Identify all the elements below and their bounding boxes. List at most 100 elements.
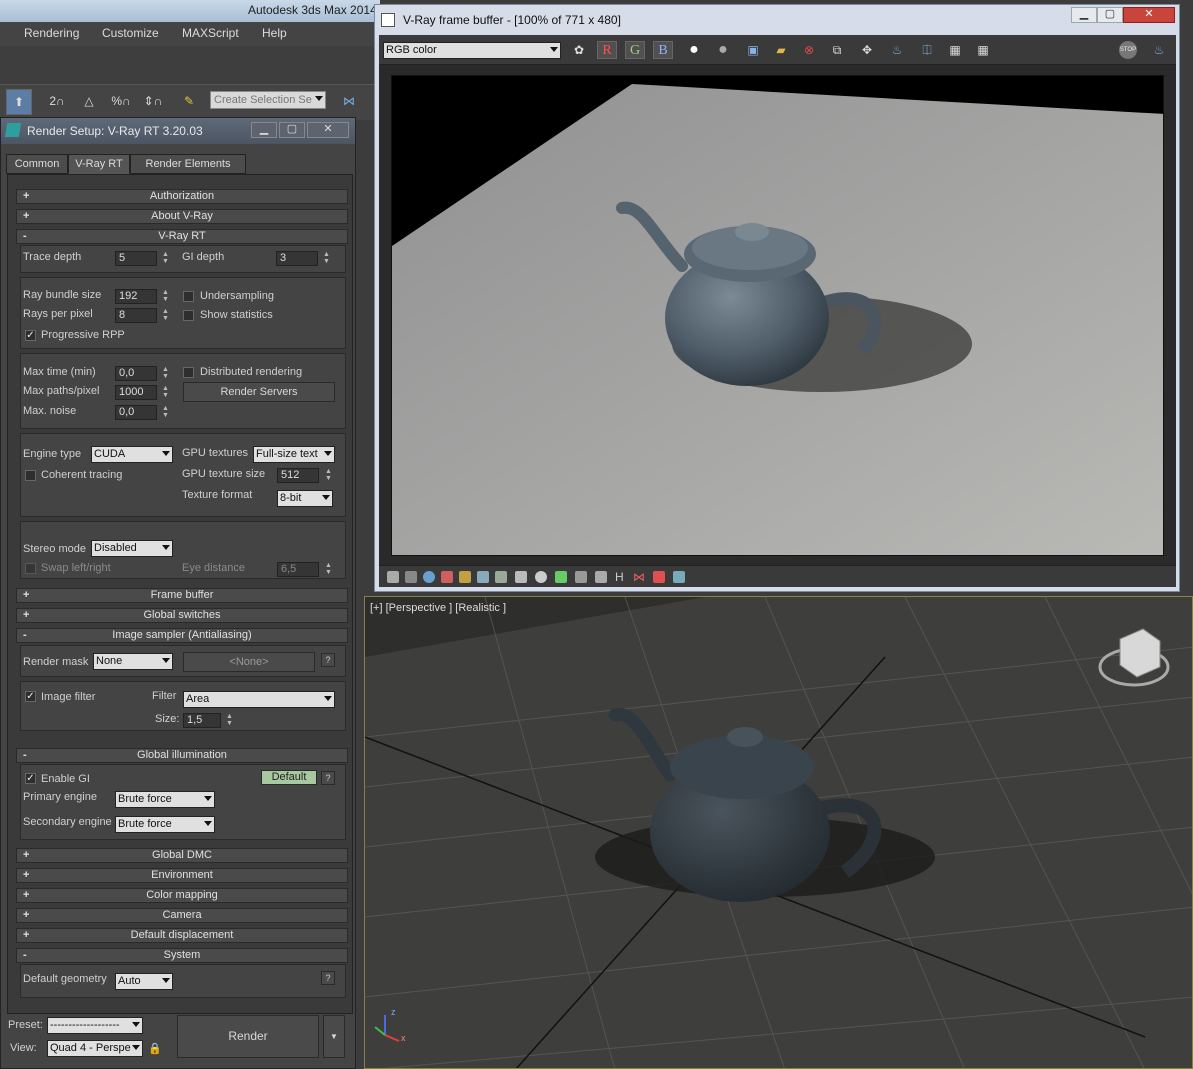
distributed-rendering-checkbox[interactable]	[183, 367, 194, 378]
close-button[interactable]: ✕	[307, 122, 349, 138]
eye-distance-spinner[interactable]: ▲ ▼	[324, 562, 333, 577]
stamp-icon[interactable]	[575, 571, 587, 583]
menu-maxscript[interactable]: MAXScript	[182, 26, 239, 40]
ray-bundle-size-input[interactable]: 192	[115, 289, 157, 304]
green-channel-button[interactable]: G	[625, 41, 645, 59]
edit-named-selection-icon[interactable]: ✎	[176, 89, 202, 115]
rollout-system[interactable]: - System	[16, 948, 348, 963]
gpu-textures-dropdown[interactable]: Full-size text	[253, 446, 335, 463]
color-correction-icon[interactable]	[441, 571, 453, 583]
levels-icon[interactable]	[459, 571, 471, 583]
mono-icon[interactable]: ●	[713, 41, 733, 59]
menu-help[interactable]: Help	[262, 26, 287, 40]
select-object-icon[interactable]: ⬆	[6, 89, 32, 115]
settings-icon[interactable]	[673, 571, 685, 583]
view-dropdown[interactable]: Quad 4 - Perspe	[47, 1040, 143, 1057]
trace-depth-input[interactable]: 5	[115, 251, 157, 266]
max-time-spinner[interactable]: ▲ ▼	[161, 366, 170, 381]
stereo-mode-dropdown[interactable]: Disabled	[91, 540, 173, 557]
status-icon-2[interactable]	[405, 571, 417, 583]
coherent-tracing-checkbox[interactable]	[25, 470, 36, 481]
rollout-about[interactable]: + About V-Ray	[16, 209, 348, 224]
rollout-frame-buffer[interactable]: + Frame buffer	[16, 588, 348, 603]
rollout-default-displacement[interactable]: + Default displacement	[16, 928, 348, 943]
compare-ab-icon[interactable]: ⎅	[917, 41, 937, 59]
progressive-rpp-checkbox[interactable]: ✓	[25, 330, 36, 341]
engine-type-dropdown[interactable]: CUDA	[91, 446, 173, 463]
gpu-texture-size-spinner[interactable]: ▲ ▼	[324, 468, 333, 483]
vfb-close-button[interactable]: ✕	[1123, 7, 1175, 23]
track-mouse-icon[interactable]: ✥	[857, 41, 877, 59]
max-time-input[interactable]: 0,0	[115, 366, 157, 381]
minimize-button[interactable]: ▁	[251, 122, 277, 138]
info-icon[interactable]	[423, 571, 435, 583]
lut-icon[interactable]	[515, 571, 527, 583]
snap-2d-icon[interactable]: 2∩	[44, 89, 70, 115]
render-teapot-icon[interactable]: ♨	[1149, 41, 1169, 59]
render-servers-button[interactable]: Render Servers	[183, 382, 335, 402]
menu-rendering[interactable]: Rendering	[24, 26, 79, 40]
gi-depth-input[interactable]: 3	[276, 251, 318, 266]
secondary-engine-dropdown[interactable]: Brute force	[115, 816, 215, 833]
rollout-global-dmc[interactable]: + Global DMC	[16, 848, 348, 863]
gi-mode-button[interactable]: Default	[261, 770, 317, 785]
undersampling-checkbox[interactable]	[183, 291, 194, 302]
rollout-authorization[interactable]: + Authorization	[16, 189, 348, 204]
srgb-icon[interactable]	[555, 571, 567, 583]
swap-left-right-checkbox[interactable]	[25, 563, 36, 574]
h-icon[interactable]: H	[615, 571, 627, 583]
stop-render-button[interactable]: STOP	[1119, 41, 1137, 59]
render-button[interactable]: Render	[177, 1015, 319, 1058]
vfb-maximize-button[interactable]: ▢	[1097, 7, 1123, 23]
tab-render-elements[interactable]: Render Elements	[130, 154, 246, 174]
max-noise-input[interactable]: 0,0	[115, 405, 157, 420]
channel-dropdown[interactable]: RGB color	[383, 42, 561, 59]
flip-h-icon[interactable]: ⋈	[633, 571, 645, 583]
menu-customize[interactable]: Customize	[102, 26, 159, 40]
trace-depth-spinner[interactable]: ▲ ▼	[161, 251, 170, 266]
gpu-texture-size-input[interactable]: 512	[277, 468, 319, 483]
color-channels-icon[interactable]: ✿	[569, 41, 589, 59]
texture-format-dropdown[interactable]: 8-bit	[277, 490, 333, 507]
rollout-environment[interactable]: + Environment	[16, 868, 348, 883]
vfb-minimize-button[interactable]: ▁	[1071, 7, 1097, 23]
default-geometry-dropdown[interactable]: Auto	[115, 973, 173, 990]
alpha-white-icon[interactable]: ●	[684, 41, 704, 59]
render-mask-dropdown[interactable]: None	[93, 653, 173, 670]
curve-icon[interactable]	[477, 571, 489, 583]
status-icon-1[interactable]	[387, 571, 399, 583]
primary-engine-dropdown[interactable]: Brute force	[115, 791, 215, 808]
percent-snap-icon[interactable]: %∩	[108, 89, 134, 115]
render-mask-map-button[interactable]: <None>	[183, 652, 315, 672]
exposure-icon[interactable]	[495, 571, 507, 583]
clear-icon[interactable]: ⊗	[799, 41, 819, 59]
blue-channel-button[interactable]: B	[653, 41, 673, 59]
rays-per-pixel-spinner[interactable]: ▲ ▼	[161, 308, 170, 323]
history-a-icon[interactable]: ▦	[945, 41, 965, 59]
rays-per-pixel-input[interactable]: 8	[115, 308, 157, 323]
ocio-icon[interactable]	[535, 571, 547, 583]
lock-icon[interactable]: 🔒	[148, 1042, 162, 1056]
max-paths-input[interactable]: 1000	[115, 385, 157, 400]
rollout-camera[interactable]: + Camera	[16, 908, 348, 923]
rollout-global-switches[interactable]: + Global switches	[16, 608, 348, 623]
render-options-button[interactable]: ▼	[323, 1015, 345, 1058]
red-channel-button[interactable]: R	[597, 41, 617, 59]
duplicate-icon[interactable]: ⧉	[827, 41, 847, 59]
system-help-button[interactable]: ?	[321, 971, 335, 985]
max-paths-spinner[interactable]: ▲ ▼	[161, 385, 170, 400]
preset-dropdown[interactable]: -------------------	[47, 1017, 143, 1034]
rollout-color-mapping[interactable]: + Color mapping	[16, 888, 348, 903]
image-filter-checkbox[interactable]: ✓	[25, 691, 36, 702]
eye-distance-input[interactable]: 6,5	[277, 562, 319, 577]
filter-dropdown[interactable]: Area	[183, 691, 335, 708]
show-statistics-checkbox[interactable]	[183, 310, 194, 321]
gi-help-button[interactable]: ?	[321, 771, 335, 785]
filter-size-input[interactable]: 1,5	[183, 713, 221, 728]
viewport-label[interactable]: [+] [Perspective ] [Realistic ]	[370, 602, 506, 614]
mirror-icon[interactable]: ⋈	[336, 89, 362, 115]
render-region-teapot-icon[interactable]: ♨	[887, 41, 907, 59]
enable-gi-checkbox[interactable]: ✓	[25, 773, 36, 784]
tab-common[interactable]: Common	[6, 154, 68, 174]
angle-snap-icon[interactable]: △	[76, 89, 102, 115]
